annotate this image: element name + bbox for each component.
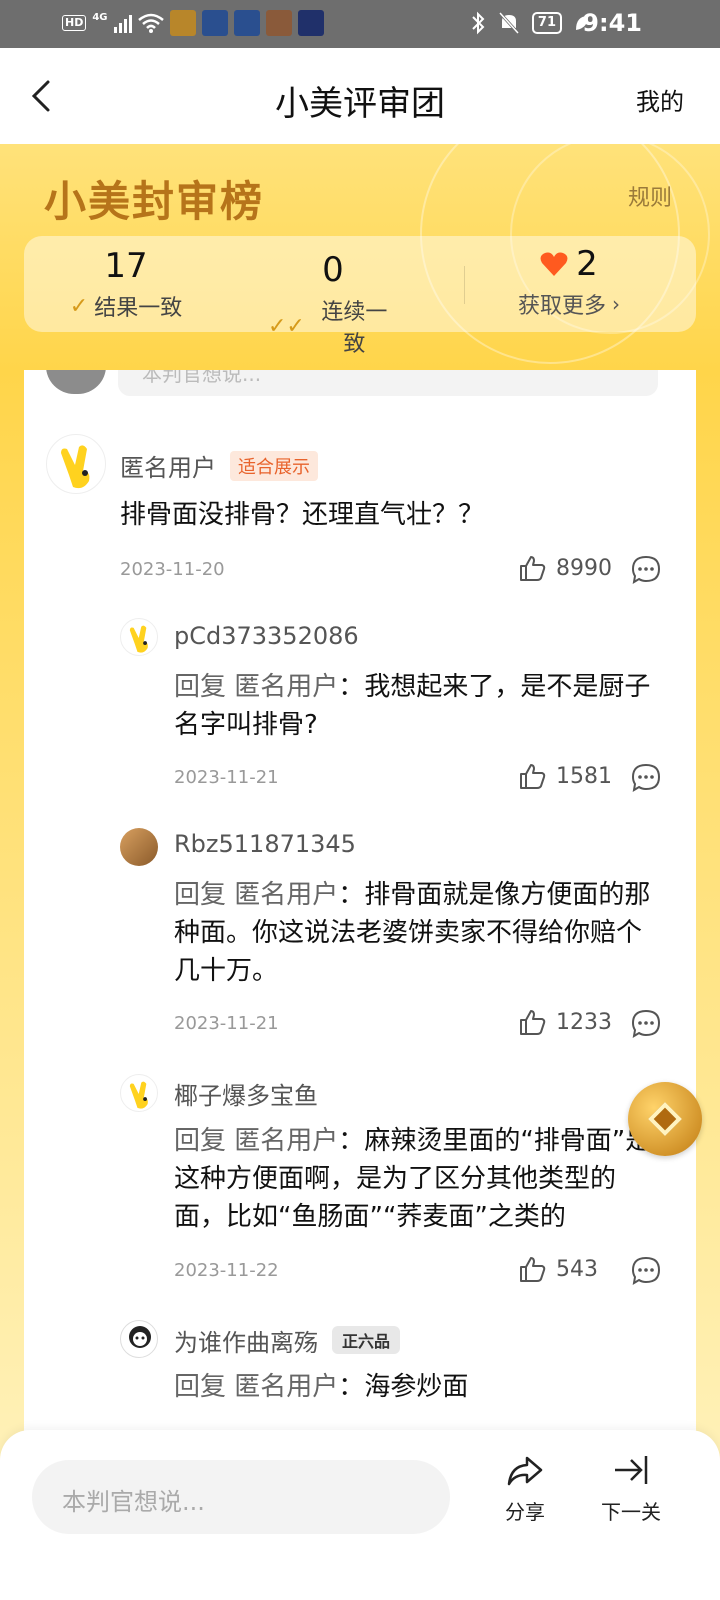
status-left: HD 4G — [62, 10, 324, 36]
wifi-icon — [137, 13, 164, 33]
board-title: 小美封审榜 — [44, 177, 265, 226]
like-count: 543 — [556, 1256, 598, 1282]
share-label: 分享 — [505, 1500, 545, 1524]
my-link[interactable]: 我的 — [636, 82, 684, 117]
app-notification-icon — [201, 10, 228, 36]
bluetooth-icon — [472, 11, 485, 35]
chevron-right-icon: › — [612, 292, 620, 316]
reply-prefix: 回复 — [174, 1372, 227, 1402]
username[interactable]: Rbz511871345 — [174, 830, 356, 858]
reply-target[interactable]: 匿名用户 — [234, 1372, 338, 1402]
like-count: 1581 — [556, 763, 612, 789]
nav-header: 小美评审团 我的 — [0, 48, 720, 144]
app-notification-icon — [297, 10, 324, 36]
like-button[interactable]: 8990 — [518, 554, 612, 582]
clock: 9:41 — [582, 9, 642, 37]
reply-prefix: 回复 — [174, 880, 227, 910]
reply-prefix: 回复 — [174, 672, 227, 702]
stat-value: 17 — [104, 246, 148, 286]
next-level-button[interactable]: 下一关 — [596, 1450, 666, 1525]
reply-prefix: 回复 — [174, 1126, 227, 1156]
reply-icon[interactable] — [630, 554, 662, 586]
next-label: 下一关 — [601, 1500, 661, 1524]
reply-target[interactable]: 匿名用户 — [234, 1126, 338, 1156]
review-board-panel: 小美封审榜 规则 17 ✓ 结果一致 0 ✓✓ 连续一致 2 获取更多 › — [0, 144, 720, 370]
avatar[interactable] — [120, 828, 158, 866]
status-badge: 适合展示 — [230, 451, 318, 481]
reply-text: 回复 匿名用户：我想起来了，是不是厨子名字叫排骨? — [174, 672, 651, 740]
reply-body: 海参炒面 — [364, 1372, 469, 1402]
stat-streak-match: 0 ✓✓ 连续一致 — [268, 244, 398, 358]
stat-get-more[interactable]: 2 获取更多 › — [504, 244, 634, 320]
divider — [464, 266, 465, 304]
comment-input[interactable]: 本判官想说... — [32, 1460, 450, 1534]
app-notification-icon — [265, 10, 292, 36]
share-icon — [507, 1456, 543, 1486]
app-notification-icon — [169, 10, 196, 36]
app-notification-icon — [233, 10, 260, 36]
stat-value: 0 — [322, 250, 344, 290]
reply-target[interactable]: 匿名用户 — [234, 880, 338, 910]
comment-date: 2023-11-20 — [120, 559, 225, 580]
comment-text: 排骨面没排骨？还理直气壮？？ — [120, 500, 485, 530]
thumbs-up-icon — [520, 764, 546, 789]
battery-indicator: 71 — [531, 12, 562, 34]
stat-label: 结果一致 — [94, 296, 183, 321]
reply-target[interactable]: 匿名用户 — [234, 672, 338, 702]
avatar[interactable] — [120, 618, 158, 656]
signal-icon — [113, 13, 132, 33]
skip-next-icon — [615, 1456, 648, 1484]
thumbs-up-icon — [520, 1257, 546, 1282]
page-title: 小美评审团 — [275, 84, 445, 124]
comment-date: 2023-11-21 — [174, 1013, 279, 1034]
hd-indicator: HD — [62, 15, 87, 31]
stat-result-match: 17 ✓ 结果一致 — [66, 244, 186, 322]
status-bar: HD 4G 71 9:41 — [0, 0, 720, 48]
like-count: 8990 — [556, 555, 612, 581]
comment-date: 2023-11-21 — [174, 767, 279, 788]
check-icon: ✓ — [69, 293, 89, 319]
username[interactable]: 椰子爆多宝鱼 — [174, 1076, 318, 1111]
network-type: 4G — [92, 11, 108, 23]
username[interactable]: 匿名用户 — [120, 448, 216, 483]
reply-text: 回复 匿名用户：排骨面就是像方便面的那种面。你这说法老婆饼卖家不得给你赔个几十万… — [174, 880, 651, 986]
stat-label: 连续一致 — [321, 300, 388, 357]
thumbs-up-icon — [520, 1010, 546, 1035]
double-check-icon: ✓✓ — [268, 313, 305, 339]
rank-badge: 正六品 — [332, 1326, 401, 1354]
stats-card: 17 ✓ 结果一致 0 ✓✓ 连续一致 2 获取更多 › — [24, 236, 696, 357]
reply-icon[interactable] — [630, 1255, 662, 1287]
stat-label: 获取更多 — [517, 294, 606, 319]
side-decoration — [696, 370, 720, 1460]
like-button[interactable]: 543 — [518, 1255, 598, 1283]
mute-bell-icon — [498, 11, 520, 35]
like-button[interactable]: 1233 — [518, 1008, 612, 1036]
share-button[interactable]: 分享 — [500, 1450, 550, 1525]
bottom-bar: 本判官想说... 分享 下一关 — [0, 1430, 720, 1600]
like-count: 1233 — [556, 1009, 612, 1035]
reply-icon[interactable] — [630, 762, 662, 794]
avatar[interactable] — [120, 1320, 158, 1358]
reply-icon[interactable] — [630, 1008, 662, 1040]
side-decoration — [0, 370, 24, 1460]
avatar[interactable] — [46, 434, 106, 494]
username[interactable]: pCd373352086 — [174, 622, 359, 650]
avatar[interactable] — [120, 1074, 158, 1112]
reply-text: 回复 匿名用户：麻辣烫里面的“排骨面”是这种方便面啊，是为了区分其他类型的面，比… — [174, 1126, 652, 1232]
heart-icon — [540, 252, 568, 276]
comment-date: 2023-11-22 — [174, 1260, 279, 1281]
thumbs-up-icon — [520, 556, 546, 581]
rules-link[interactable]: 规则 — [628, 180, 672, 212]
username[interactable]: 为谁作曲离殇 — [174, 1323, 318, 1358]
reply-text: 回复 匿名用户：海参炒面 — [174, 1372, 469, 1402]
coin-reward-icon[interactable] — [628, 1082, 702, 1156]
stat-value: 2 — [576, 244, 598, 284]
like-button[interactable]: 1581 — [518, 762, 612, 790]
